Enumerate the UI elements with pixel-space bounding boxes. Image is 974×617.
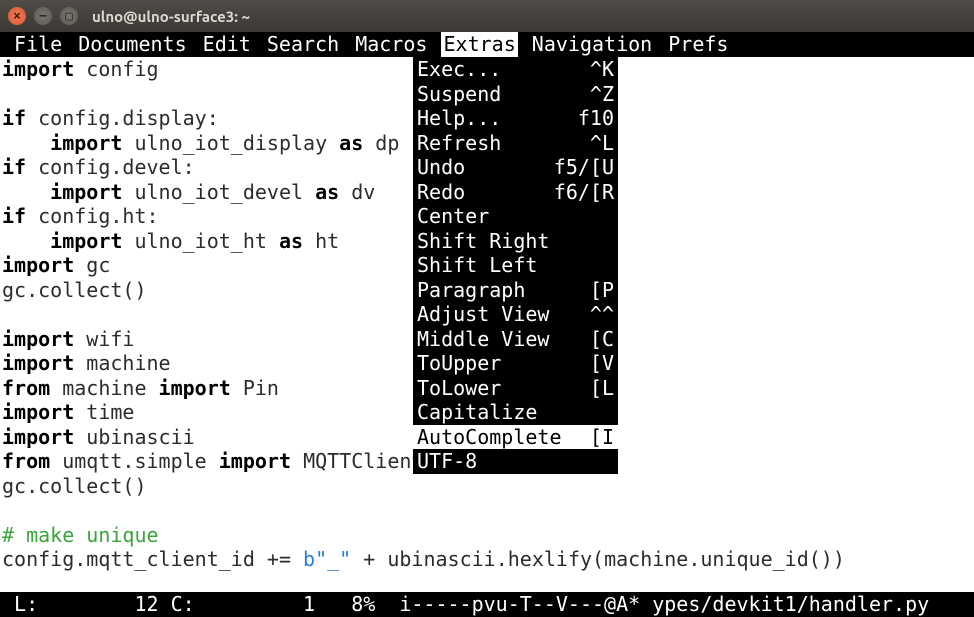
menu-item-shortcut: ^^	[590, 302, 614, 327]
code-line[interactable]: gc.collect()	[2, 474, 972, 499]
menu-item-label: Center	[417, 204, 489, 229]
code-line[interactable]: config.mqtt_client_id += b"_" + ubinasci…	[2, 547, 972, 572]
menu-item-shortcut: [C	[590, 327, 614, 352]
menu-item-shortcut: ^L	[590, 131, 614, 156]
menu-item-shift-right[interactable]: Shift Right	[413, 229, 618, 254]
status-bar: L: 12 C: 1 8% i-----pvu-T--V---@A* ypes/…	[0, 592, 974, 617]
menu-item-toupper[interactable]: ToUpper [V	[413, 351, 618, 376]
menu-item-label: Adjust View	[417, 302, 549, 327]
menu-item-refresh[interactable]: Refresh ^L	[413, 131, 618, 156]
menu-item-shortcut: [V	[590, 351, 614, 376]
menu-item-shortcut: ^K	[590, 57, 614, 82]
menu-item-tolower[interactable]: ToLower [L	[413, 376, 618, 401]
menu-item-shortcut: f6/[R	[554, 180, 614, 205]
menu-item-label: Shift Right	[417, 229, 549, 254]
menu-item-label: Paragraph	[417, 278, 525, 303]
menu-item-label: ToUpper	[417, 351, 501, 376]
menu-item-capitalize[interactable]: Capitalize	[413, 400, 618, 425]
menu-item-suspend[interactable]: Suspend ^Z	[413, 82, 618, 107]
window-title: ulno@ulno-surface3: ~	[92, 8, 250, 25]
menu-item-label: Suspend	[417, 82, 501, 107]
maximize-icon[interactable]: ▢	[60, 7, 78, 25]
menu-item-label: Refresh	[417, 131, 501, 156]
terminal-area: File Documents Edit Search Macros Extras…	[0, 32, 974, 617]
menu-item-label: AutoComplete	[417, 425, 562, 450]
code-line[interactable]: # make unique	[2, 523, 972, 548]
menu-documents[interactable]: Documents	[76, 32, 200, 57]
menu-item-label: Redo	[417, 180, 465, 205]
menu-item-adjust-view[interactable]: Adjust View ^^	[413, 302, 618, 327]
menu-item-redo[interactable]: Redo f6/[R	[413, 180, 618, 205]
menu-navigation[interactable]: Navigation	[518, 32, 667, 57]
menubar[interactable]: File Documents Edit Search Macros Extras…	[0, 32, 974, 57]
menu-item-shift-left[interactable]: Shift Left	[413, 253, 618, 278]
menu-item-autocomplete[interactable]: AutoComplete [I	[413, 425, 618, 450]
menu-item-utf-8[interactable]: UTF-8	[413, 449, 618, 474]
menu-item-label: UTF-8	[417, 449, 477, 474]
menu-item-middle-view[interactable]: Middle View [C	[413, 327, 618, 352]
menu-item-exec-[interactable]: Exec... ^K	[413, 57, 618, 82]
menu-extras[interactable]: Extras	[441, 32, 517, 57]
menu-item-label: ToLower	[417, 376, 501, 401]
menu-file[interactable]: File	[0, 32, 76, 57]
menu-item-undo[interactable]: Undo f5/[U	[413, 155, 618, 180]
menu-item-label: Shift Left	[417, 253, 537, 278]
menu-item-shortcut: f5/[U	[554, 155, 614, 180]
menu-item-label: Middle View	[417, 327, 549, 352]
extras-menu-dropdown[interactable]: Exec...^KSuspend^ZHelp...f10Refresh^LUnd…	[413, 57, 618, 474]
menu-item-shortcut: ^Z	[590, 82, 614, 107]
menu-item-center[interactable]: Center	[413, 204, 618, 229]
menu-item-label: Undo	[417, 155, 465, 180]
menu-item-label: Capitalize	[417, 400, 537, 425]
menu-item-shortcut: f10	[578, 106, 614, 131]
menu-item-help-[interactable]: Help... f10	[413, 106, 618, 131]
menu-item-shortcut: [I	[590, 425, 614, 450]
window-titlebar: × − ▢ ulno@ulno-surface3: ~	[0, 0, 974, 32]
code-line[interactable]	[2, 498, 972, 523]
menu-item-label: Exec...	[417, 57, 501, 82]
close-icon[interactable]: ×	[8, 7, 26, 25]
menu-edit[interactable]: Edit	[201, 32, 265, 57]
menu-prefs[interactable]: Prefs	[666, 32, 730, 57]
menu-item-label: Help...	[417, 106, 501, 131]
minimize-icon[interactable]: −	[34, 7, 52, 25]
menu-item-paragraph[interactable]: Paragraph [P	[413, 278, 618, 303]
menu-search[interactable]: Search	[265, 32, 353, 57]
menu-item-shortcut: [L	[590, 376, 614, 401]
menu-item-shortcut: [P	[590, 278, 614, 303]
menu-macros[interactable]: Macros	[353, 32, 441, 57]
